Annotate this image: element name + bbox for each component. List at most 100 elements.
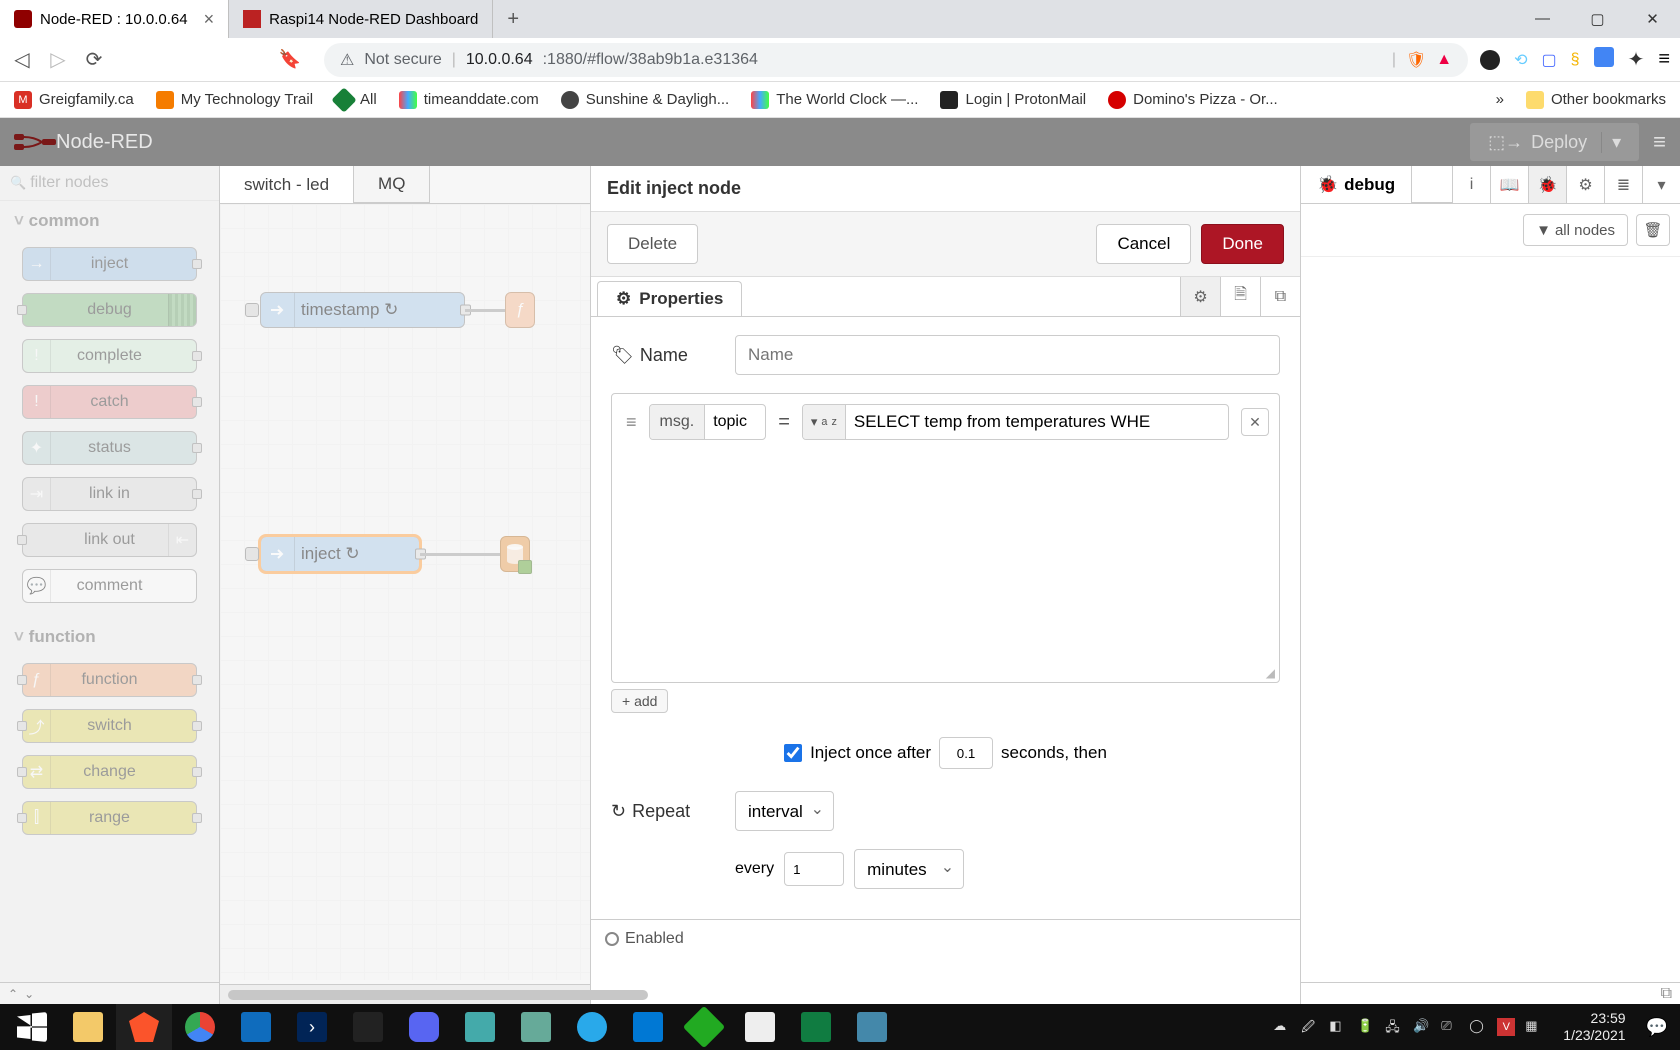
excel-icon[interactable] xyxy=(788,1004,844,1050)
horizontal-scrollbar[interactable] xyxy=(220,984,590,1004)
inject-once-delay-input[interactable] xyxy=(939,737,993,769)
context-icon[interactable]: ≣ xyxy=(1604,166,1642,203)
filter-all-nodes-button[interactable]: ▼all nodes xyxy=(1523,214,1628,246)
drag-handle-icon[interactable]: ≡ xyxy=(622,412,641,433)
photos-icon[interactable] xyxy=(844,1004,900,1050)
app-icon[interactable] xyxy=(676,1004,732,1050)
palette-node-status[interactable]: ✦status xyxy=(22,431,197,465)
tray-icon[interactable]: ◧ xyxy=(1329,1018,1347,1036)
volume-icon[interactable]: 🔊 xyxy=(1413,1018,1431,1036)
browser-tab[interactable]: Raspi14 Node-RED Dashboard xyxy=(229,0,493,38)
repeat-select[interactable]: interval xyxy=(735,791,834,831)
minimize-icon[interactable]: — xyxy=(1515,10,1570,28)
msg-value-field[interactable] xyxy=(846,412,1228,432)
back-icon[interactable]: ◁ xyxy=(10,47,34,72)
bookmark-item[interactable]: The World Clock —... xyxy=(751,91,918,109)
close-window-icon[interactable]: ✕ xyxy=(1625,10,1680,28)
brave-shield-icon[interactable]: 🛡 xyxy=(1406,50,1426,70)
extensions-icon[interactable]: ✦ xyxy=(1628,47,1645,72)
node-appearance-icon[interactable]: ⧉ xyxy=(1260,277,1300,316)
terminal-icon[interactable] xyxy=(340,1004,396,1050)
start-button[interactable] xyxy=(4,1004,60,1050)
bookmark-item[interactable]: My Technology Trail xyxy=(156,91,313,109)
bookmarks-overflow[interactable]: » xyxy=(1496,91,1504,108)
discord-icon[interactable] xyxy=(396,1004,452,1050)
tray-icon[interactable]: V xyxy=(1497,1018,1515,1036)
powershell-icon[interactable]: › xyxy=(284,1004,340,1050)
ext-icon[interactable]: § xyxy=(1571,51,1580,69)
new-tab-button[interactable]: + xyxy=(493,8,533,31)
palette-filter[interactable]: filter nodes xyxy=(0,166,219,201)
palette-node-link-in[interactable]: ⇥link in xyxy=(22,477,197,511)
palette-category-common[interactable]: common xyxy=(0,201,219,241)
palette-node-catch[interactable]: !catch xyxy=(22,385,197,419)
enabled-toggle[interactable] xyxy=(605,932,619,946)
network-icon[interactable]: 🖧 xyxy=(1385,1018,1403,1036)
tray-icon[interactable]: ☁ xyxy=(1273,1018,1291,1036)
remove-row-button[interactable]: ✕ xyxy=(1241,408,1269,436)
explorer-icon[interactable] xyxy=(60,1004,116,1050)
battery-icon[interactable]: 🔋 xyxy=(1357,1018,1375,1036)
tray-icon[interactable]: ⎚ xyxy=(1441,1018,1459,1036)
chevron-down-icon[interactable]: ▾ xyxy=(1642,166,1680,203)
reload-icon[interactable]: ⟳ xyxy=(82,47,106,72)
palette-node-switch[interactable]: ⤴switch xyxy=(22,709,197,743)
bookmark-item[interactable]: All xyxy=(335,91,377,109)
palette-node-comment[interactable]: 💬comment xyxy=(22,569,197,603)
bookmark-item[interactable]: Domino's Pizza - Or... xyxy=(1108,91,1278,109)
resize-handle-icon[interactable]: ◢ xyxy=(1266,666,1275,680)
ext-icon[interactable] xyxy=(1594,47,1614,72)
app-icon[interactable] xyxy=(452,1004,508,1050)
delete-button[interactable]: Delete xyxy=(607,224,698,264)
browser-tab-active[interactable]: Node-RED : 10.0.0.64 × xyxy=(0,0,229,38)
interval-unit-select[interactable]: minutes xyxy=(854,849,964,889)
palette-category-function[interactable]: function xyxy=(0,617,219,657)
bookmark-item[interactable]: MGreigfamily.ca xyxy=(14,91,134,109)
ext-icon[interactable]: ⟲ xyxy=(1514,50,1527,70)
info-icon[interactable]: i xyxy=(1452,166,1490,203)
msg-key-input[interactable]: msg. xyxy=(649,404,767,440)
interval-value-input[interactable] xyxy=(784,852,844,886)
ext-icon[interactable]: ▢ xyxy=(1542,50,1557,70)
other-bookmarks[interactable]: Other bookmarks xyxy=(1526,91,1666,109)
cancel-button[interactable]: Cancel xyxy=(1096,224,1191,264)
debug-icon[interactable]: 🐞 xyxy=(1528,166,1566,203)
done-button[interactable]: Done xyxy=(1201,224,1284,264)
palette-node-function[interactable]: ƒfunction xyxy=(22,663,197,697)
app-icon[interactable] xyxy=(508,1004,564,1050)
close-icon[interactable]: × xyxy=(204,9,215,30)
node-settings-icon[interactable]: ⚙ xyxy=(1180,277,1220,316)
flow-canvas[interactable]: timestamp ↻ ƒ inject ↻ xyxy=(220,204,590,980)
address-bar[interactable]: ⚠ Not secure | 10.0.0.64:1880/#flow/38ab… xyxy=(324,43,1468,77)
palette-node-complete[interactable]: !complete xyxy=(22,339,197,373)
brave-icon[interactable] xyxy=(116,1004,172,1050)
bookmark-icon[interactable]: 🔖 xyxy=(278,49,302,70)
deploy-button[interactable]: ⬚→ Deploy ▾ xyxy=(1470,123,1639,161)
node-description-icon[interactable]: 🗎 xyxy=(1220,277,1260,316)
msg-key-field[interactable] xyxy=(705,413,765,431)
inject-button[interactable] xyxy=(245,547,259,561)
sidebar-tab-debug[interactable]: 🐞 debug xyxy=(1301,166,1412,203)
palette-node-link-out[interactable]: link out⇤ xyxy=(22,523,197,557)
app-icon[interactable] xyxy=(228,1004,284,1050)
type-selector[interactable]: ▾ az xyxy=(803,405,846,439)
collapse-icon[interactable]: ⌃ xyxy=(8,987,18,1001)
flow-node-database[interactable] xyxy=(500,536,530,572)
chevron-down-icon[interactable]: ▾ xyxy=(1601,132,1621,153)
help-icon[interactable]: 📖 xyxy=(1490,166,1528,203)
menu-icon[interactable]: ≡ xyxy=(1658,48,1670,71)
palette-node-change[interactable]: ⇄change xyxy=(22,755,197,789)
notifications-icon[interactable]: 💬 xyxy=(1646,1017,1668,1038)
clear-debug-button[interactable]: 🗑 xyxy=(1636,214,1670,246)
popout-icon[interactable]: ⧉ xyxy=(1661,985,1672,1003)
palette-node-inject[interactable]: →inject xyxy=(22,247,197,281)
config-icon[interactable]: ⚙ xyxy=(1566,166,1604,203)
taskbar-clock[interactable]: 23:59 1/23/2021 xyxy=(1553,1010,1635,1044)
add-property-button[interactable]: + add xyxy=(611,689,668,713)
name-input[interactable] xyxy=(735,335,1280,375)
app-icon[interactable] xyxy=(732,1004,788,1050)
flow-node-function[interactable]: ƒ xyxy=(505,292,535,328)
ext-icon[interactable] xyxy=(1480,50,1500,70)
expand-icon[interactable]: ⌄ xyxy=(24,987,34,1001)
flow-node-inject[interactable]: inject ↻ xyxy=(260,536,420,572)
